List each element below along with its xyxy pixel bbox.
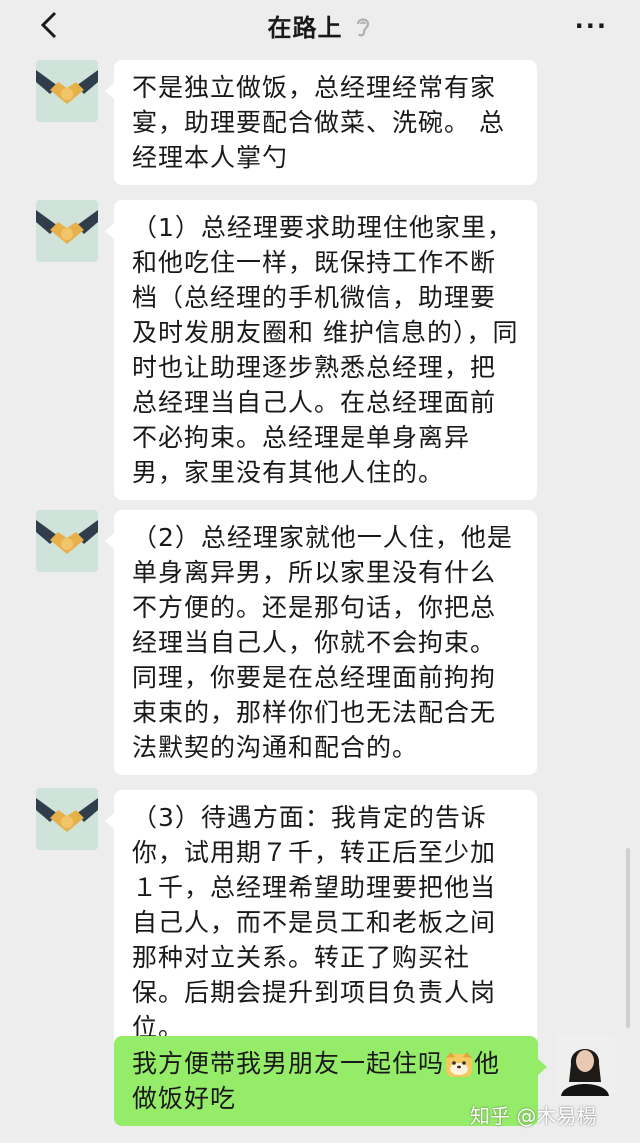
user-photo-icon xyxy=(555,1034,615,1096)
chat-title: 在路上 xyxy=(267,14,343,42)
handshake-icon xyxy=(36,60,98,122)
contact-avatar[interactable] xyxy=(36,60,98,122)
more-button[interactable]: ··· xyxy=(575,12,608,40)
contact-avatar[interactable] xyxy=(36,788,98,850)
contact-avatar[interactable] xyxy=(36,200,98,262)
message-text: （1）总经理要求助理住他家里，和他吃住一样，既保持工作不断档（总经理的手机微信，… xyxy=(132,213,519,487)
scrollbar[interactable] xyxy=(626,848,630,1028)
dog-face-emoji xyxy=(446,1052,473,1077)
chat-title-area: 在路上 xyxy=(0,8,640,43)
contact-avatar[interactable] xyxy=(36,510,98,572)
message-text: 不是独立做饭，总经理经常有家宴，助理要配合做菜、洗碗。 总经理本人掌勺 xyxy=(132,73,505,172)
message-text: （2）总经理家就他一人住，他是单身离异男，所以家里没有什么不方便的。还是那句话，… xyxy=(132,523,513,762)
message-bubble: 不是独立做饭，总经理经常有家宴，助理要配合做菜、洗碗。 总经理本人掌勺 xyxy=(105,60,537,185)
message-text: （3）待遇方面：我肯定的告诉你，试用期７千，转正后至少加１千，总经理希望助理要把… xyxy=(132,803,497,1042)
chat-header: 在路上 ··· xyxy=(0,0,640,52)
self-avatar[interactable] xyxy=(555,1034,615,1096)
ear-icon xyxy=(356,18,369,37)
watermark: 知乎 @木易楊 xyxy=(470,1104,597,1128)
handshake-icon xyxy=(36,510,98,572)
message-bubble: （3）待遇方面：我肯定的告诉你，试用期７千，转正后至少加１千，总经理希望助理要把… xyxy=(105,790,537,1055)
message-text: 我方便带我男朋友一起住吗 xyxy=(132,1049,445,1078)
handshake-icon xyxy=(36,788,98,850)
handshake-icon xyxy=(36,200,98,262)
message-bubble: （1）总经理要求助理住他家里，和他吃住一样，既保持工作不断档（总经理的手机微信，… xyxy=(105,200,537,500)
message-bubble: （2）总经理家就他一人住，他是单身离异男，所以家里没有什么不方便的。还是那句话，… xyxy=(105,510,537,775)
